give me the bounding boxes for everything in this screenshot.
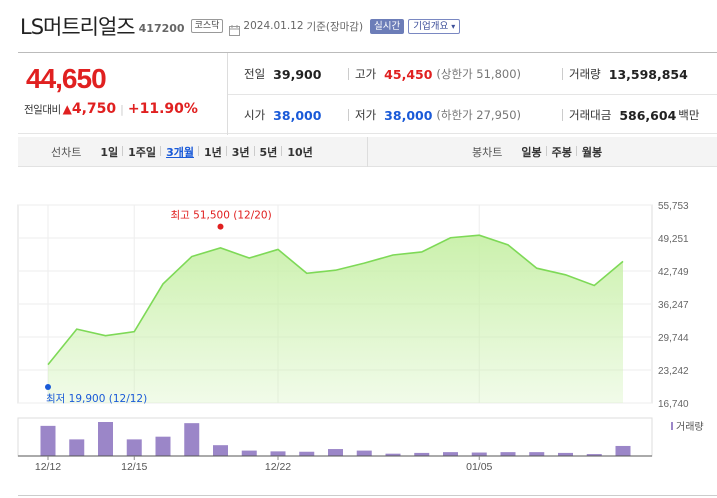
chart-bottom-divider [18, 495, 717, 496]
day-high-label: 고가 [355, 67, 377, 81]
candle-period-button[interactable]: 일봉 [516, 144, 546, 160]
stock-code: 417200 [138, 21, 185, 35]
volume-legend-label: 거래량 [676, 421, 704, 433]
volume-bar [184, 423, 200, 456]
price-chart: 55,753 49,251 42,749 36,247 29,744 23,242 16,7… [0, 190, 717, 473]
volume-bar [529, 452, 545, 456]
quote-summary: 44,650 전일대비 ▲ 4,750 | +11.90% 전일 39,900 … [18, 52, 717, 135]
y-tick-label: 23,242 [658, 366, 689, 377]
current-price: 44,650 [26, 63, 107, 94]
volume-bar [98, 422, 113, 456]
volume-bar [40, 425, 56, 456]
prev-close-value: 39,900 [273, 66, 322, 82]
volume-bar [500, 452, 516, 456]
stock-header: LS머트리얼즈 417200 코스닥 2024.01.12 기준(장마감) 실시… [20, 10, 461, 42]
market-badge: 코스닥 [190, 19, 224, 33]
period-button[interactable]: 1년 [197, 144, 227, 160]
prev-close-label: 전일 [244, 67, 266, 81]
period-bar: 선차트 1일 1주일 3개월 1년 3년 5년 10년 봉차트 일봉 주봉 월봉 [18, 137, 717, 167]
volume-bar [69, 439, 85, 456]
trade-amount-unit: 백만 [678, 108, 700, 122]
price-block: 44,650 전일대비 ▲ 4,750 | +11.90% [18, 53, 228, 135]
period-button[interactable]: 3년 [225, 144, 255, 160]
volume-label: 거래량 [569, 67, 601, 81]
volume-value: 13,598,854 [608, 66, 688, 82]
day-high-value: 45,450 [384, 66, 433, 82]
period-button[interactable]: 3개월 [160, 144, 199, 160]
x-tick-label: 01/05 [466, 461, 492, 470]
change-percent: +11.90% [127, 101, 198, 117]
candle-period-button[interactable]: 월봉 [575, 144, 607, 160]
volume: 거래량 13,598,854 [562, 66, 688, 82]
x-tick-label: 12/15 [121, 461, 147, 470]
volume-bar [299, 451, 315, 456]
lower-limit: (하한가 27,950) [436, 108, 522, 122]
up-arrow-icon: ▲ [62, 102, 72, 116]
candle-chart-periods: 봉차트 일봉 주봉 월봉 [368, 137, 717, 167]
candle-chart-label: 봉차트 [472, 146, 503, 159]
volume-bar [241, 450, 257, 456]
day-low-label: 저가 [355, 108, 377, 122]
price-chart-svg: 55,753 49,251 42,749 36,247 29,744 23,242 16,7… [17, 201, 704, 473]
open-price: 시가 38,000 [244, 107, 321, 123]
upper-limit: (상한가 51,800) [436, 67, 522, 81]
max-price-marker [217, 223, 224, 230]
y-tick-label: 49,251 [658, 234, 689, 245]
y-tick-label: 55,753 [658, 201, 689, 212]
period-button[interactable]: 1일 [95, 144, 123, 160]
day-low-value: 38,000 [384, 107, 433, 123]
divider: | [120, 102, 124, 116]
change-amount: 4,750 [71, 101, 117, 117]
x-tick-label: 12/12 [35, 461, 61, 470]
base-date: 2024.01.12 [243, 20, 304, 32]
stock-name: LS머트리얼즈 [20, 15, 136, 39]
prev-close: 전일 39,900 [244, 66, 321, 82]
min-price-marker [45, 383, 51, 390]
candle-period-button[interactable]: 주봉 [545, 144, 577, 160]
volume-legend-icon [671, 422, 673, 430]
period-button[interactable]: 1주일 [122, 144, 161, 160]
volume-bar [615, 445, 631, 456]
volume-bar [356, 450, 372, 456]
calendar-icon [229, 21, 241, 36]
line-chart-label: 선차트 [51, 146, 82, 159]
day-low: 저가 38,000 (하한가 27,950) [348, 107, 521, 123]
day-high: 고가 45,450 (상한가 51,800) [348, 66, 521, 82]
trade-amount-value: 586,604 [619, 107, 677, 123]
volume-bar [155, 436, 171, 456]
trade-amount-label: 거래대금 [569, 108, 612, 122]
volume-bar [270, 451, 286, 456]
open-price-label: 시가 [244, 108, 266, 122]
open-price-value: 38,000 [273, 107, 322, 123]
trade-amount: 거래대금 586,604 백만 [562, 107, 699, 123]
volume-bar [126, 439, 142, 456]
volume-bar [471, 452, 487, 456]
row-divider [228, 94, 717, 95]
volume-bar [328, 449, 343, 456]
chevron-down-icon: ▾ [451, 21, 456, 31]
company-overview-button[interactable]: 기업개요 ▾ [408, 18, 461, 34]
volume-bar [213, 445, 228, 456]
y-tick-label: 16,740 [658, 399, 689, 410]
base-date-suffix: 기준(장마감) [306, 20, 364, 33]
min-price-label: 최저 19,900 (12/12) [46, 393, 147, 405]
company-overview-label: 기업개요 [413, 20, 449, 32]
volume-bar [443, 452, 458, 456]
period-button[interactable]: 5년 [253, 144, 283, 160]
price-change: 전일대비 ▲ 4,750 | +11.90% [24, 101, 198, 117]
realtime-button[interactable]: 실시간 [370, 18, 405, 34]
change-label: 전일대비 [24, 103, 61, 116]
y-tick-label: 42,749 [658, 267, 689, 278]
period-button[interactable]: 10년 [281, 144, 317, 160]
line-chart-periods: 선차트 1일 1주일 3개월 1년 3년 5년 10년 [18, 137, 368, 167]
y-tick-label: 29,744 [658, 333, 689, 344]
max-price-label: 최고 51,500 (12/20) [171, 210, 272, 222]
x-tick-label: 12/22 [265, 461, 291, 470]
y-tick-label: 36,247 [658, 300, 689, 311]
